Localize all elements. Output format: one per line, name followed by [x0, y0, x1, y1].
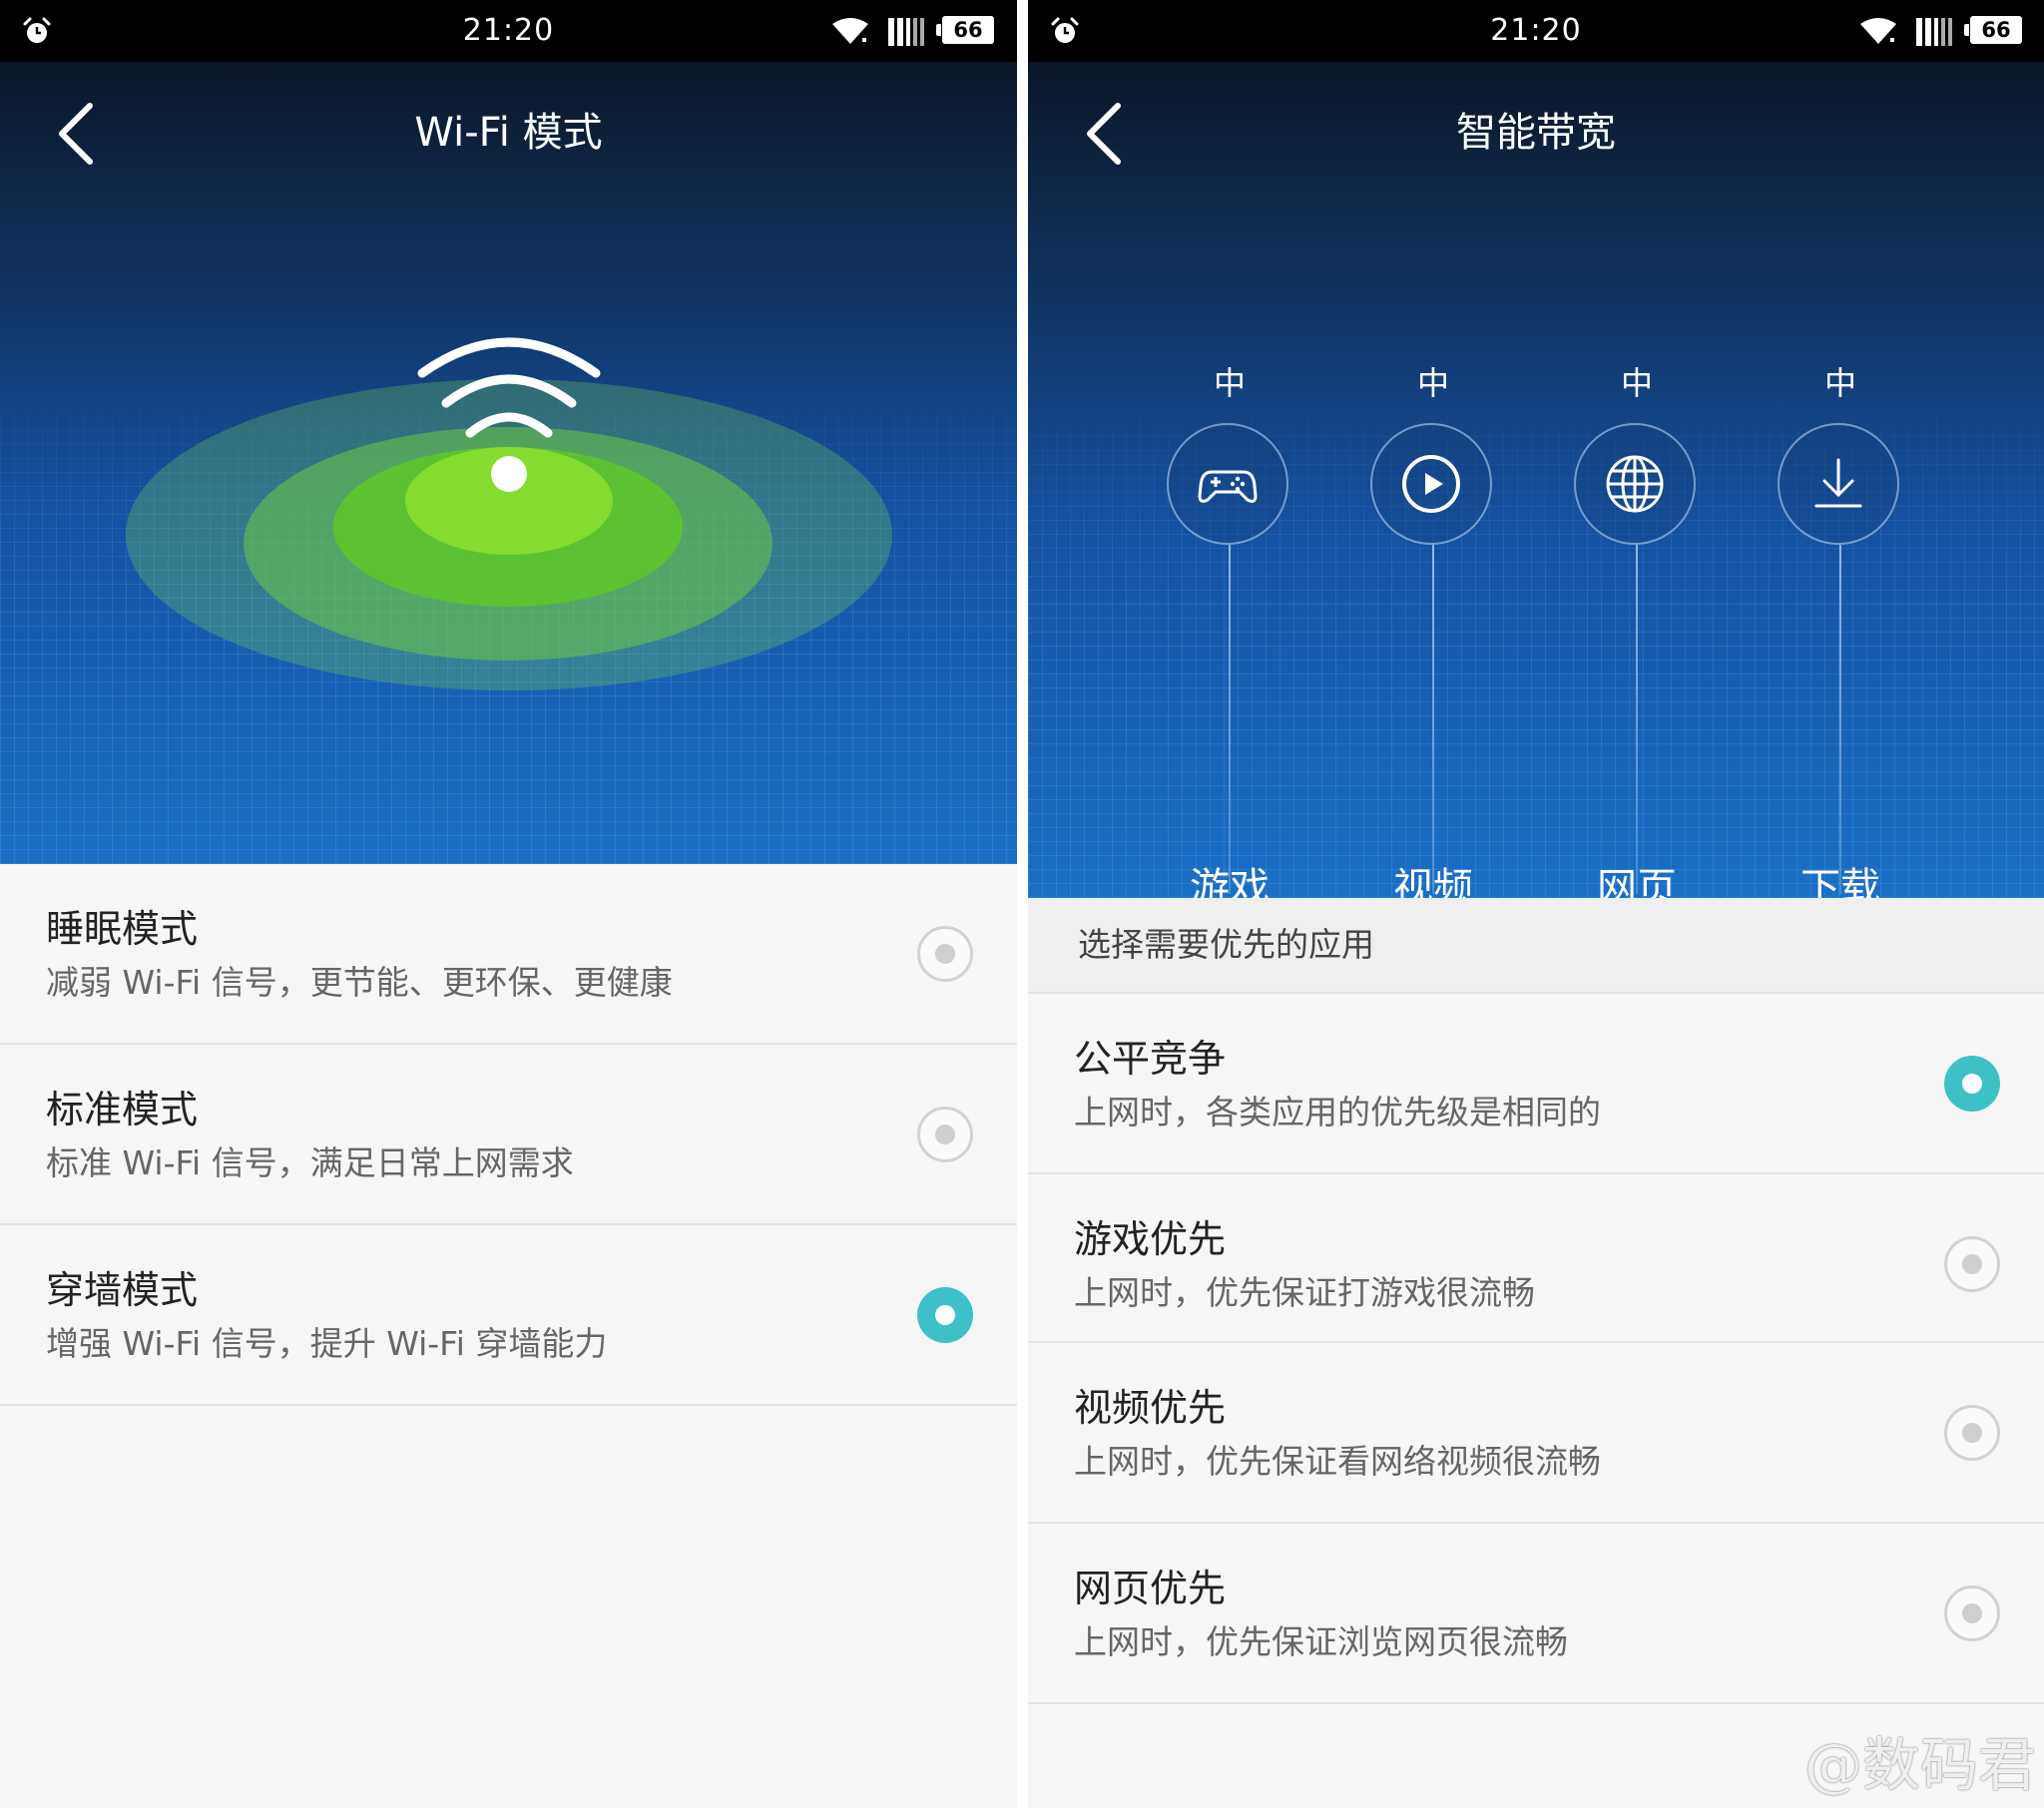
battery-indicator: 66 [1964, 16, 2022, 44]
option-fair-radio[interactable] [1944, 1056, 2000, 1112]
option-video-first-radio[interactable] [1944, 1405, 2000, 1461]
smart-bandwidth-screen: 21:20 66 智能带宽 中 游戏 中 视频 中 网页 中 下载 选择需要优先… [1028, 0, 2044, 1808]
wifi-hero: Wi-Fi 模式 [0, 62, 1017, 864]
signal-icon [888, 18, 924, 46]
wifi-mode-list: 睡眠模式 减弱 Wi-Fi 信号，更节能、更环保、更健康 标准模式 标准 Wi-… [0, 864, 1017, 1406]
mode-sleep-radio[interactable] [917, 926, 973, 982]
bandwidth-label: 下载 [1800, 865, 1880, 898]
option-game-first-radio[interactable] [1944, 1236, 2000, 1292]
bandwidth-video[interactable]: 中 视频 [1333, 361, 1533, 898]
mode-desc: 增强 Wi-Fi 信号，提升 Wi-Fi 穿墙能力 [46, 1324, 608, 1363]
bandwidth-hero: 智能带宽 中 游戏 中 视频 中 网页 中 下载 [1028, 62, 2044, 898]
bandwidth-line [1839, 545, 1841, 894]
bandwidth-level: 中 [1416, 364, 1449, 402]
option-desc: 上网时，各类应用的优先级是相同的 [1074, 1093, 1601, 1131]
bandwidth-label: 网页 [1597, 865, 1677, 898]
option-video-first[interactable]: 视频优先 上网时，优先保证看网络视频很流畅 [1028, 1343, 2044, 1524]
bandwidth-web[interactable]: 中 网页 [1537, 361, 1737, 898]
option-title: 公平竞争 [1074, 1037, 1227, 1081]
download-icon [1814, 458, 1862, 508]
option-web-first[interactable]: 网页优先 上网时，优先保证浏览网页很流畅 [1028, 1524, 2044, 1704]
bandwidth-game[interactable]: 中 游戏 [1130, 361, 1329, 898]
watermark: @数码君 [1803, 1731, 2036, 1799]
bandwidth-video-button[interactable] [1370, 423, 1492, 545]
status-bar: 21:20 66 [0, 0, 1017, 62]
status-bar: 21:20 66 [1028, 0, 2044, 62]
bandwidth-web-button[interactable] [1574, 423, 1696, 545]
bandwidth-level: 中 [1823, 364, 1856, 402]
option-title: 视频优先 [1074, 1386, 1227, 1430]
option-desc: 上网时，优先保证看网络视频很流畅 [1074, 1442, 1601, 1481]
option-desc: 上网时，优先保证浏览网页很流畅 [1074, 1622, 1568, 1661]
section-header: 选择需要优先的应用 [1028, 898, 2044, 994]
page-title: Wi-Fi 模式 [414, 110, 603, 156]
section-header-text: 选择需要优先的应用 [1078, 925, 1374, 964]
bandwidth-label: 视频 [1393, 865, 1473, 898]
bandwidth-level: 中 [1213, 364, 1246, 402]
option-title: 游戏优先 [1074, 1217, 1227, 1261]
bandwidth-line [1636, 545, 1638, 894]
page-title: 智能带宽 [1456, 110, 1616, 156]
mode-title: 标准模式 [46, 1088, 199, 1131]
bandwidth-game-button[interactable] [1167, 423, 1288, 545]
option-title: 网页优先 [1074, 1567, 1227, 1610]
bandwidth-line [1229, 545, 1231, 894]
globe-icon [1606, 455, 1664, 513]
mode-sleep[interactable]: 睡眠模式 减弱 Wi-Fi 信号，更节能、更环保、更健康 [0, 864, 1017, 1045]
option-fair[interactable]: 公平竞争 上网时，各类应用的优先级是相同的 [1028, 994, 2044, 1174]
play-icon [1402, 455, 1460, 513]
option-web-first-radio[interactable] [1944, 1585, 2000, 1641]
bandwidth-line [1432, 545, 1434, 894]
option-game-first[interactable]: 游戏优先 上网时，优先保证打游戏很流畅 [1028, 1174, 2044, 1343]
signal-icon [1916, 18, 1952, 46]
gamepad-icon [1198, 470, 1258, 503]
battery-indicator: 66 [936, 16, 994, 44]
bandwidth-label: 游戏 [1190, 865, 1270, 898]
mode-desc: 减弱 Wi-Fi 信号，更节能、更环保、更健康 [46, 963, 673, 1002]
mode-standard[interactable]: 标准模式 标准 Wi-Fi 信号，满足日常上网需求 [0, 1045, 1017, 1225]
mode-desc: 标准 Wi-Fi 信号，满足日常上网需求 [46, 1143, 574, 1182]
bandwidth-level: 中 [1620, 364, 1653, 402]
mode-title: 睡眠模式 [46, 907, 199, 951]
mode-wall-penetration-radio[interactable] [917, 1287, 973, 1343]
wifi-hero-icon [417, 337, 601, 492]
mode-wall-penetration[interactable]: 穿墙模式 增强 Wi-Fi 信号，提升 Wi-Fi 穿墙能力 [0, 1225, 1017, 1406]
option-desc: 上网时，优先保证打游戏很流畅 [1074, 1273, 1535, 1312]
bandwidth-download[interactable]: 中 下载 [1741, 361, 1940, 898]
bandwidth-download-button[interactable] [1778, 423, 1899, 545]
mode-title: 穿墙模式 [46, 1268, 199, 1312]
wifi-mode-screen: 21:20 66 Wi-Fi 模式 睡眠模式 减弱 Wi-Fi 信号，更节能、更… [0, 0, 1017, 1808]
wifi-status-icon [1860, 18, 1896, 44]
mode-standard-radio[interactable] [917, 1107, 973, 1162]
wifi-status-icon [832, 18, 868, 44]
priority-option-list: 公平竞争 上网时，各类应用的优先级是相同的 游戏优先 上网时，优先保证打游戏很流… [1028, 994, 2044, 1704]
